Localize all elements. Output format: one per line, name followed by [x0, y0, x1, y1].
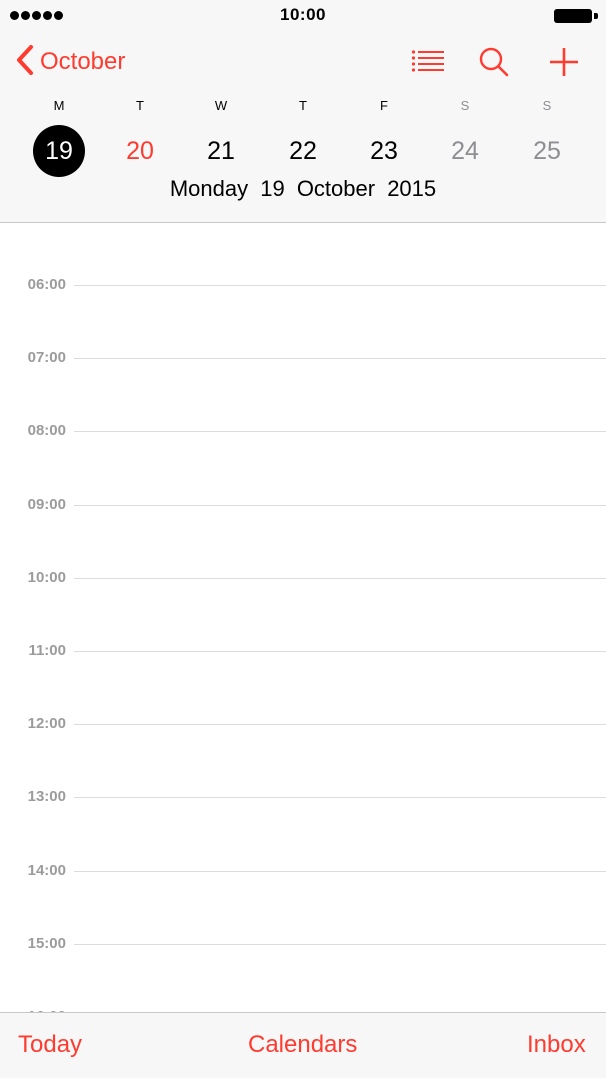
search-icon[interactable]	[476, 44, 512, 80]
back-label: October	[40, 48, 126, 75]
hour-label: 08:00	[27, 422, 66, 440]
weekday-letter: M	[53, 98, 65, 113]
hour-divider	[74, 651, 606, 652]
calendar-header: 10:00 October M 19 T 20 W 21 T 22 F 23 S…	[0, 0, 606, 223]
status-time: 10:00	[280, 5, 326, 24]
back-to-month-button[interactable]: October	[16, 44, 125, 80]
week-day[interactable]: F 23	[352, 96, 416, 182]
day-number[interactable]: 22	[277, 125, 329, 177]
hour-label: 11:00	[28, 642, 66, 659]
weekday-letter: S	[542, 98, 552, 113]
weekday-letter: T	[136, 98, 144, 113]
day-number[interactable]: 25	[521, 125, 573, 177]
today-tab[interactable]: Today	[18, 1031, 82, 1059]
day-number[interactable]: 19	[33, 125, 85, 177]
hour-divider	[74, 504, 606, 506]
add-event-icon[interactable]	[546, 44, 582, 80]
weekday-letter: T	[299, 98, 307, 113]
day-number[interactable]: 23	[358, 125, 410, 177]
selected-date-label: Monday 19 October 2015	[169, 176, 437, 201]
hour-row[interactable]: 06:00	[0, 275, 606, 295]
hour-row[interactable]: 08:00	[0, 421, 606, 441]
hour-row[interactable]: 09:00	[0, 495, 606, 515]
weekday-letter: W	[214, 98, 228, 113]
hour-label: 06:00	[27, 276, 66, 293]
inbox-tab[interactable]: Inbox	[527, 1031, 586, 1059]
day-timeline[interactable]: 06:00 07:00 08:00 09:00 10:00 11:00 12:00 13:00…	[0, 223, 606, 1012]
calendars-tab[interactable]: Calendars	[248, 1031, 357, 1059]
week-day[interactable]: S 25	[515, 96, 579, 182]
hour-label: 09:00	[27, 495, 66, 513]
hour-label: 07:00	[27, 349, 66, 367]
chevron-left-icon	[16, 44, 34, 80]
hour-divider	[74, 285, 606, 286]
hour-row[interactable]: 11:00	[0, 641, 606, 661]
week-day[interactable]: T 22	[271, 96, 335, 182]
hour-label: 10:00	[27, 568, 66, 586]
hour-divider	[74, 870, 606, 872]
week-day[interactable]: S 24	[433, 96, 497, 182]
hour-divider	[74, 577, 606, 579]
day-number[interactable]: 21	[195, 125, 247, 177]
hour-divider	[74, 358, 606, 360]
week-day[interactable]: T 20	[108, 96, 172, 182]
hour-label: 13:00	[27, 788, 66, 806]
hour-row[interactable]: 07:00	[0, 348, 606, 368]
day-number[interactable]: 24	[439, 125, 491, 177]
hour-label: 15:00	[27, 934, 66, 952]
status-bar: 10:00	[0, 0, 606, 30]
hour-divider	[74, 943, 606, 945]
hour-row[interactable]: 12:00	[0, 714, 606, 734]
weekday-letter: S	[460, 98, 470, 113]
hour-row[interactable]: 14:00	[0, 861, 606, 881]
week-day[interactable]: M 19	[27, 96, 91, 182]
hour-divider	[74, 431, 606, 433]
hour-label: 14:00	[27, 861, 66, 879]
hour-row[interactable]: 13:00	[0, 787, 606, 807]
battery-icon	[554, 9, 598, 23]
day-number[interactable]: 20	[114, 125, 166, 177]
week-strip: M 19 T 20 W 21 T 22 F 23 S 24 S 25	[0, 96, 606, 182]
weekday-letter: F	[380, 98, 388, 113]
week-day[interactable]: W 21	[189, 96, 253, 182]
hour-divider	[74, 724, 606, 726]
hour-row[interactable]: 15:00	[0, 934, 606, 954]
hour-divider	[74, 797, 606, 799]
list-view-icon[interactable]	[410, 44, 446, 80]
hour-label: 12:00	[27, 715, 66, 733]
hour-row[interactable]: 10:00	[0, 568, 606, 588]
tab-bar: Today Calendars Inbox	[0, 1012, 606, 1078]
